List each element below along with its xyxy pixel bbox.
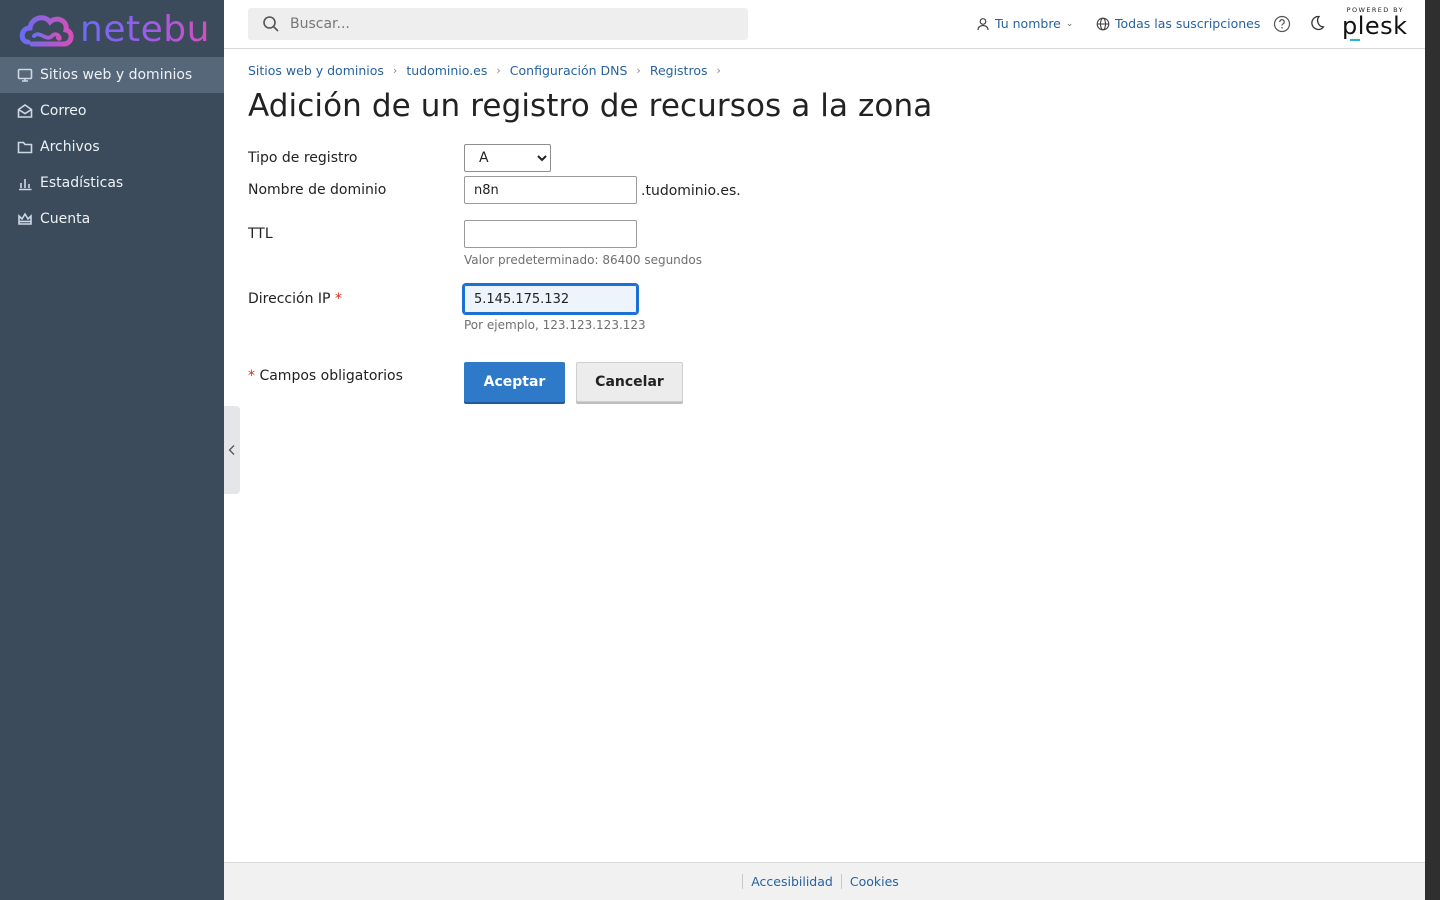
sidebar-item-account[interactable]: Cuenta <box>0 201 224 237</box>
record-type-label: Tipo de registro <box>248 150 358 166</box>
domain-name-field <box>464 176 637 204</box>
domain-suffix: .tudominio.es. <box>641 183 741 199</box>
required-note-text: Campos obligatorios <box>259 368 403 384</box>
footer-link-accessibility[interactable]: Accesibilidad <box>742 874 841 889</box>
sidebar-collapse-toggle[interactable] <box>224 406 240 494</box>
page-title: Adición de un registro de recursos a la … <box>248 88 933 124</box>
search-icon <box>263 16 279 32</box>
ip-address-label: Dirección IP * <box>248 291 342 307</box>
footer: Accesibilidad Cookies <box>224 862 1425 900</box>
help-icon[interactable] <box>1273 15 1291 33</box>
footer-link-cookies[interactable]: Cookies <box>840 874 907 889</box>
domain-name-label: Nombre de dominio <box>248 182 387 198</box>
ttl-field <box>464 220 637 248</box>
powered-by-plesk-logo[interactable]: POWERED BY plesk <box>1342 6 1408 42</box>
sidebar-item-label: Sitios web y dominios <box>40 67 193 83</box>
globe-icon <box>1096 17 1110 30</box>
plesk-accent-bar <box>1350 39 1360 41</box>
sidebar-item-statistics[interactable]: Estadísticas <box>0 165 224 201</box>
chevron-down-icon: ⌄ <box>1065 18 1074 29</box>
user-name-label: Tu nombre <box>995 16 1061 31</box>
chevron-left-icon <box>228 445 235 455</box>
sidebar-item-label: Cuenta <box>40 211 91 227</box>
sidebar-item-label: Archivos <box>40 139 100 155</box>
top-header: Tu nombre ⌄ Todas las suscripciones POWE… <box>224 0 1425 49</box>
sidebar-nav: Sitios web y dominios Correo Archivos Es… <box>0 57 224 237</box>
sidebar-item-files[interactable]: Archivos <box>0 129 224 165</box>
ttl-hint: Valor predeterminado: 86400 segundos <box>464 253 702 267</box>
right-edge-strip <box>1425 0 1440 900</box>
ttl-input[interactable] <box>464 220 637 248</box>
breadcrumb-link[interactable]: tudominio.es <box>406 63 487 78</box>
sidebar: netebu Sitios web y dominios Correo Arch… <box>0 0 224 900</box>
chevron-right-icon: › <box>636 64 641 77</box>
search-input[interactable] <box>290 16 730 32</box>
required-mark: * <box>334 291 342 307</box>
bar-chart-icon <box>16 174 34 192</box>
required-mark: * <box>248 368 255 384</box>
ip-label-text: Dirección IP <box>248 291 331 307</box>
monitor-icon <box>16 66 34 84</box>
folder-icon <box>16 138 34 156</box>
required-fields-note: * Campos obligatorios <box>248 368 403 384</box>
mail-open-icon <box>16 102 34 120</box>
breadcrumb-link[interactable]: Configuración DNS <box>510 63 628 78</box>
record-type-field: A <box>464 144 551 172</box>
user-menu[interactable]: Tu nombre ⌄ <box>976 16 1073 31</box>
chevron-right-icon: › <box>392 64 398 77</box>
breadcrumb-link[interactable]: Sitios web y dominios <box>248 63 384 78</box>
crown-icon <box>16 210 34 228</box>
brand-logo[interactable]: netebu <box>18 6 210 52</box>
sidebar-item-label: Estadísticas <box>40 175 124 191</box>
cloud-infinity-logo-icon <box>19 15 74 47</box>
subscriptions-label: Todas las suscripciones <box>1115 16 1261 31</box>
record-type-select[interactable]: A <box>464 144 551 172</box>
ttl-label: TTL <box>248 226 273 242</box>
search-box[interactable] <box>248 8 748 40</box>
brand-name: netebu <box>80 8 210 50</box>
domain-name-input[interactable] <box>464 176 637 204</box>
cancel-button[interactable]: Cancelar <box>576 362 683 402</box>
plesk-text: plesk <box>1342 12 1408 40</box>
subscriptions-menu[interactable]: Todas las suscripciones <box>1096 16 1260 31</box>
ip-hint: Por ejemplo, 123.123.123.123 <box>464 318 646 332</box>
breadcrumb-link[interactable]: Registros <box>650 63 708 78</box>
sidebar-item-label: Correo <box>40 103 87 119</box>
accept-button[interactable]: Aceptar <box>464 362 565 402</box>
chevron-right-icon: › <box>716 64 721 77</box>
sidebar-item-mail[interactable]: Correo <box>0 93 224 129</box>
sidebar-item-websites-domains[interactable]: Sitios web y dominios <box>0 57 224 93</box>
ip-address-field <box>462 283 639 315</box>
dark-mode-icon[interactable] <box>1308 14 1326 32</box>
chevron-right-icon: › <box>496 64 501 77</box>
user-icon <box>977 17 989 30</box>
ip-address-input[interactable] <box>462 283 639 315</box>
breadcrumb: Sitios web y dominios › tudominio.es › C… <box>248 63 730 78</box>
